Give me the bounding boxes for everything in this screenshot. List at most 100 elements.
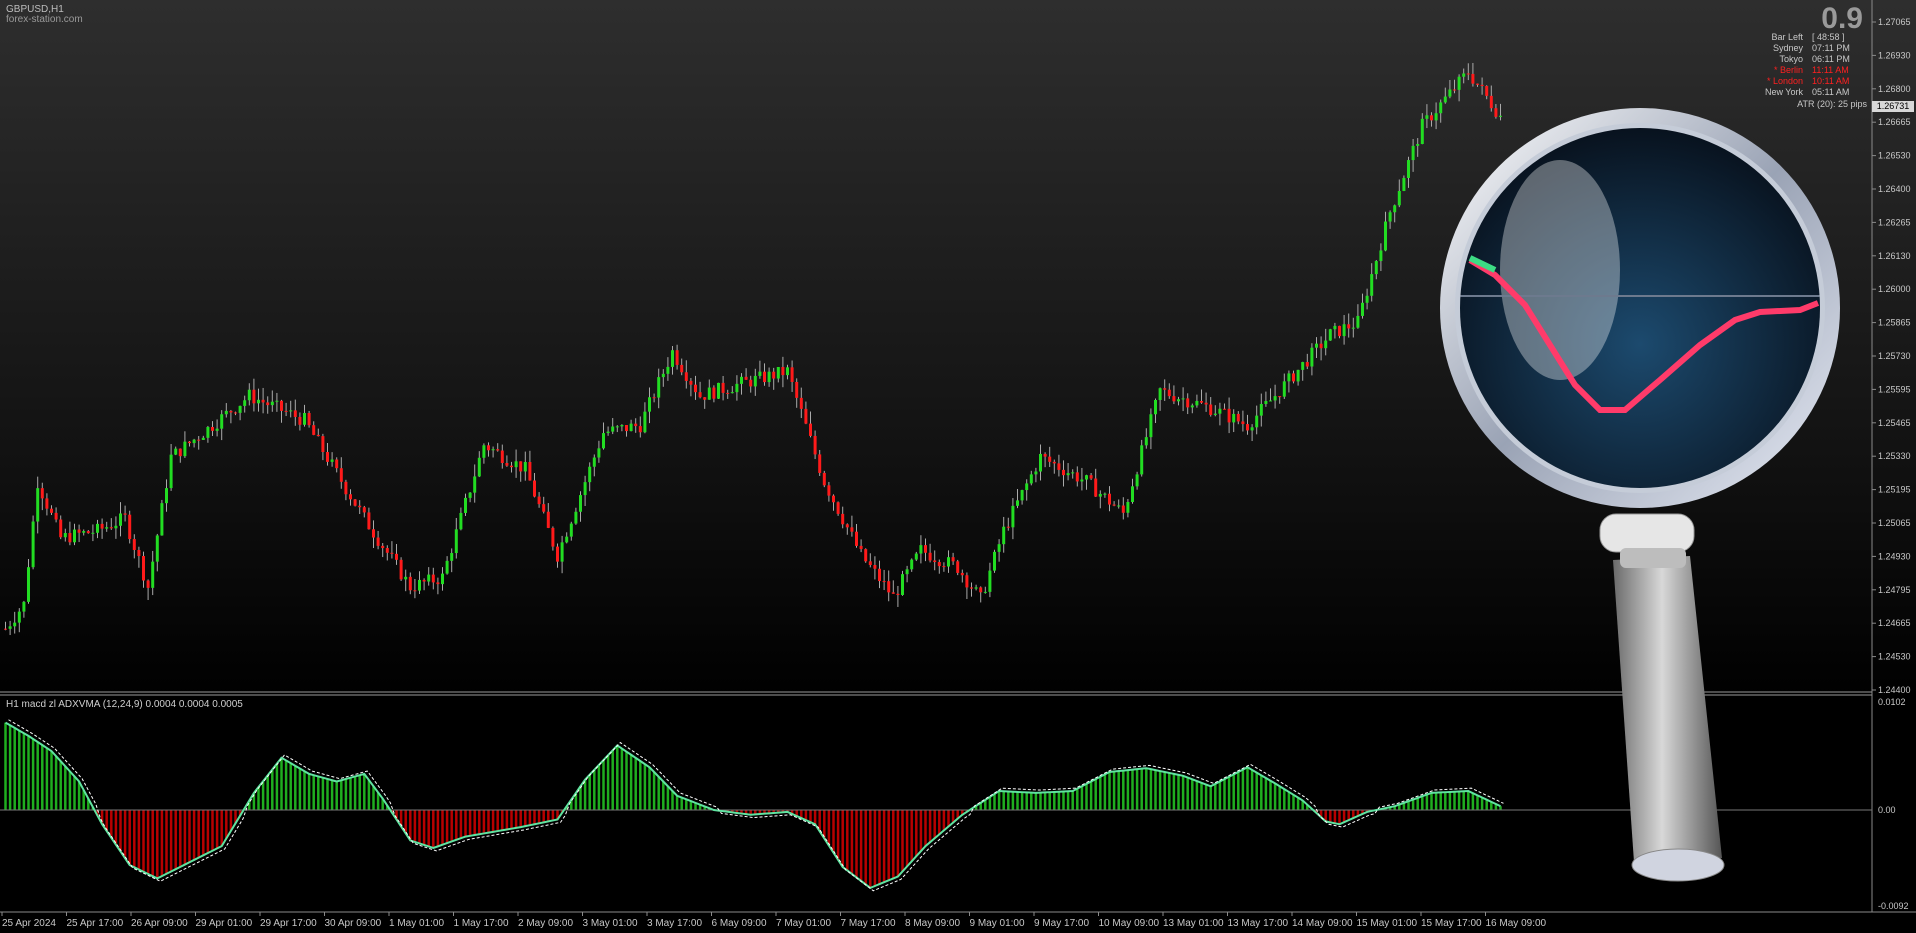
price-tick-label: 1.24795 <box>1878 585 1911 595</box>
candle <box>1287 370 1291 393</box>
candle <box>592 454 596 477</box>
candle <box>956 559 960 576</box>
candle <box>694 375 697 400</box>
candle <box>1186 393 1190 415</box>
candle <box>280 399 283 423</box>
session-label: Tokyo <box>1779 54 1803 64</box>
candle <box>1080 467 1084 491</box>
candle <box>1338 325 1341 339</box>
candle <box>1333 322 1337 339</box>
spread-value: 0.9 <box>1821 2 1863 35</box>
candle <box>1213 405 1217 417</box>
candle <box>1402 175 1406 192</box>
candle <box>933 550 937 571</box>
candle <box>703 397 707 409</box>
candle <box>408 572 412 595</box>
candle <box>1066 463 1070 481</box>
candle <box>841 506 845 529</box>
candle <box>1305 353 1309 370</box>
candle <box>579 491 582 522</box>
candle <box>349 489 352 506</box>
price-tick-label: 1.25330 <box>1878 451 1911 461</box>
candle <box>537 492 541 508</box>
candle <box>556 543 559 568</box>
candle <box>1043 452 1047 468</box>
candle <box>1057 454 1061 477</box>
time-tick-label: 9 May 17:00 <box>1034 918 1089 929</box>
candle <box>1342 315 1346 345</box>
candle <box>1292 370 1295 384</box>
candle <box>404 569 408 592</box>
candle <box>123 505 127 522</box>
candle <box>289 400 293 418</box>
candle <box>362 505 366 518</box>
candle <box>721 375 725 401</box>
candle <box>1158 387 1162 411</box>
candle <box>1112 501 1116 507</box>
candle <box>1356 304 1360 329</box>
price-tick-label: 1.26400 <box>1878 184 1911 194</box>
candle <box>928 543 932 563</box>
indicator-title[interactable]: H1 macd zl ADXVMA (12,24,9) 0.0004 0.000… <box>6 699 243 710</box>
candle <box>1425 104 1429 129</box>
candle <box>606 426 610 436</box>
candle <box>726 389 730 399</box>
candle <box>1117 499 1121 509</box>
candle <box>303 404 306 427</box>
candle <box>500 444 504 469</box>
candle <box>634 418 638 433</box>
candle <box>799 387 803 419</box>
candle <box>1466 63 1470 81</box>
candle <box>146 579 150 601</box>
candle <box>238 405 242 421</box>
candle <box>790 360 794 392</box>
candle <box>1163 379 1167 401</box>
candle <box>1407 156 1410 188</box>
candle <box>395 543 398 565</box>
candle <box>353 499 357 507</box>
candle <box>514 449 518 478</box>
candle <box>330 452 334 467</box>
candle <box>1075 466 1079 487</box>
candle <box>390 541 394 559</box>
price-tick-label: 1.25730 <box>1878 351 1911 361</box>
candle <box>178 448 182 463</box>
candle <box>795 378 799 408</box>
candle <box>1397 179 1401 208</box>
candle <box>1494 104 1498 119</box>
indicator-axis-ticks: 0.0102 0.00 -0.0092 <box>1878 697 1909 911</box>
candle <box>1324 328 1328 356</box>
candle <box>868 553 872 568</box>
candle <box>155 533 159 572</box>
candle <box>422 578 426 591</box>
candle <box>546 503 550 529</box>
candle <box>1103 492 1107 498</box>
chart-canvas[interactable]: 1.27065 1.26930 1.26800 1.26665 1.26530 1.264… <box>0 0 1916 933</box>
candle <box>1328 328 1332 341</box>
candle <box>1388 210 1392 229</box>
candle <box>1416 138 1420 157</box>
candle <box>1025 479 1029 501</box>
candle <box>684 360 688 389</box>
candle <box>105 521 109 532</box>
candle <box>1029 470 1033 486</box>
candle <box>270 390 274 412</box>
candle <box>441 567 444 591</box>
candle <box>625 425 628 437</box>
candle <box>887 570 891 602</box>
price-tick-label: 1.25465 <box>1878 418 1911 428</box>
candle <box>951 552 955 565</box>
candle <box>1209 397 1213 417</box>
candle <box>675 344 679 370</box>
time-tick-label: 15 May 01:00 <box>1357 918 1418 929</box>
candle <box>689 377 693 397</box>
time-tick-label: 29 Apr 17:00 <box>260 918 317 929</box>
price-axis-ticks: 1.27065 1.26930 1.26800 1.26665 1.26530 1.264… <box>1872 17 1911 695</box>
candle <box>316 428 320 437</box>
candle <box>1250 424 1254 442</box>
candle <box>257 388 260 412</box>
candle <box>523 451 527 481</box>
candle <box>850 515 854 537</box>
candle <box>431 567 435 590</box>
candle <box>1457 74 1461 102</box>
